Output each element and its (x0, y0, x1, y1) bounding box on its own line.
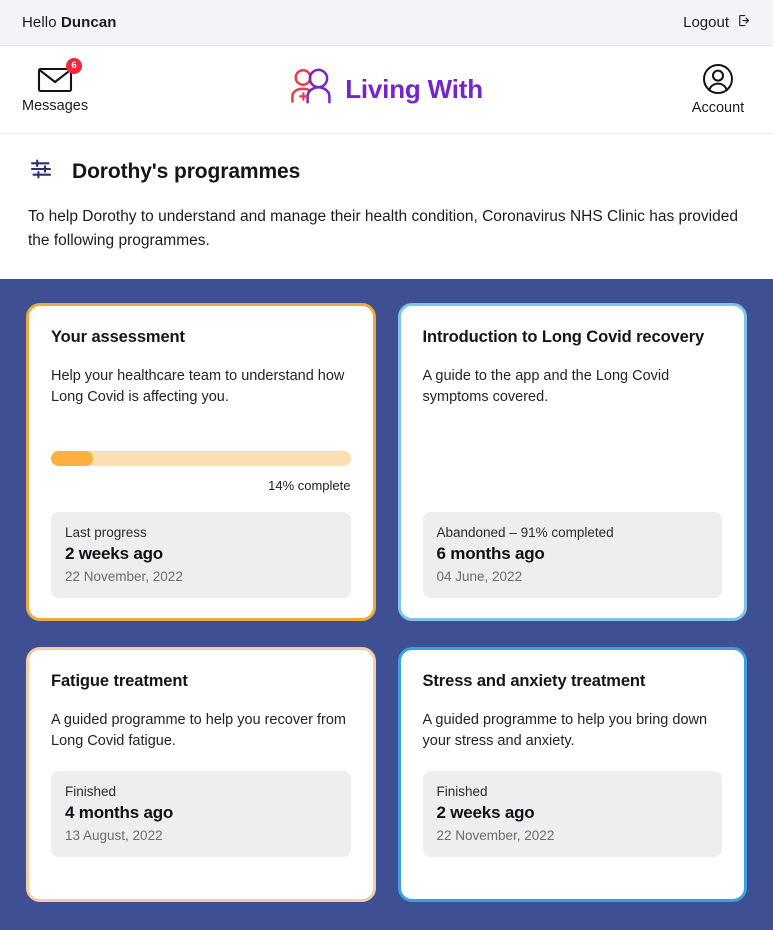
card-spacer (423, 408, 723, 493)
programme-card[interactable]: Your assessment Help your healthcare tea… (26, 303, 376, 622)
card-title: Fatigue treatment (51, 672, 188, 691)
logout-button[interactable]: Logout (683, 13, 751, 32)
progress-fill (51, 451, 93, 467)
progress-label: 14% complete (268, 478, 351, 494)
status-head: Abandoned – 91% completed (436, 525, 614, 541)
card-description: A guided programme to help you bring dow… (422, 712, 708, 750)
greeting-prefix: Hello (22, 14, 61, 31)
status-date: 22 November, 2022 (65, 569, 183, 585)
progress-track (51, 451, 351, 467)
logout-label: Logout (683, 14, 729, 31)
page-title: Dorothy's programmes (72, 159, 301, 183)
card-description: Help your healthcare team to understand … (51, 368, 345, 406)
status-main: 4 months ago (65, 803, 174, 823)
status-head: Finished (436, 784, 488, 800)
programmes-grid: Your assessment Help your healthcare tea… (0, 279, 773, 930)
programme-card[interactable]: Stress and anxiety treatment A guided pr… (397, 647, 747, 903)
programmes-sliders-icon (28, 156, 54, 187)
main-header: 6 Messages Living With Account (0, 46, 773, 134)
messages-icon-wrap: 6 (37, 58, 83, 93)
account-label: Account (691, 100, 745, 116)
card-spacer (51, 408, 351, 425)
account-icon-wrap (702, 63, 734, 95)
card-description: A guided programme to help you recover f… (51, 712, 346, 750)
card-title: Stress and anxiety treatment (422, 672, 646, 691)
intro-title-row: Dorothy's programmes (28, 156, 749, 187)
progress-block: 14% complete (51, 451, 351, 493)
envelope-icon (37, 67, 73, 97)
card-title: Your assessment (51, 328, 185, 347)
brand-logo[interactable]: Living With (290, 68, 483, 111)
status-box: Abandoned – 91% completed 6 months ago 0… (422, 512, 722, 599)
top-greeting-bar: Hello Duncan Logout (0, 0, 773, 46)
programme-card[interactable]: Fatigue treatment A guided programme to … (26, 647, 376, 903)
status-main: 6 months ago (436, 544, 545, 564)
messages-unread-badge: 6 (66, 58, 83, 74)
status-box: Last progress 2 weeks ago 22 November, 2… (51, 512, 351, 599)
user-avatar-icon (702, 64, 734, 99)
intro-section: Dorothy's programmes To help Dorothy to … (0, 134, 773, 280)
card-description: A guide to the app and the Long Covid sy… (422, 368, 670, 406)
card-title: Introduction to Long Covid recovery (422, 328, 705, 347)
app-root: Hello Duncan Logout 6 Messages Living Wi… (0, 0, 773, 930)
programme-card[interactable]: Introduction to Long Covid recovery A gu… (397, 303, 747, 622)
status-main: 2 weeks ago (65, 544, 163, 564)
messages-button[interactable]: 6 Messages (22, 58, 89, 114)
greeting-text: Hello Duncan (22, 14, 117, 31)
status-date: 22 November, 2022 (436, 828, 555, 844)
living-with-logo-icon (290, 68, 334, 111)
logout-icon (736, 13, 751, 32)
card-spacer (51, 857, 351, 879)
account-button[interactable]: Account (685, 63, 751, 116)
card-spacer (423, 857, 723, 879)
status-date: 04 June, 2022 (436, 569, 523, 585)
messages-label: Messages (22, 98, 89, 114)
greeting-username: Duncan (60, 14, 117, 31)
status-head: Finished (65, 784, 117, 800)
status-box: Finished 2 weeks ago 22 November, 2022 (422, 771, 722, 858)
status-head: Last progress (65, 525, 147, 541)
status-date: 13 August, 2022 (65, 828, 163, 844)
status-main: 2 weeks ago (436, 803, 535, 823)
brand-name: Living With (345, 74, 483, 104)
status-box: Finished 4 months ago 13 August, 2022 (51, 771, 351, 858)
intro-description: To help Dorothy to understand and manage… (28, 208, 738, 250)
